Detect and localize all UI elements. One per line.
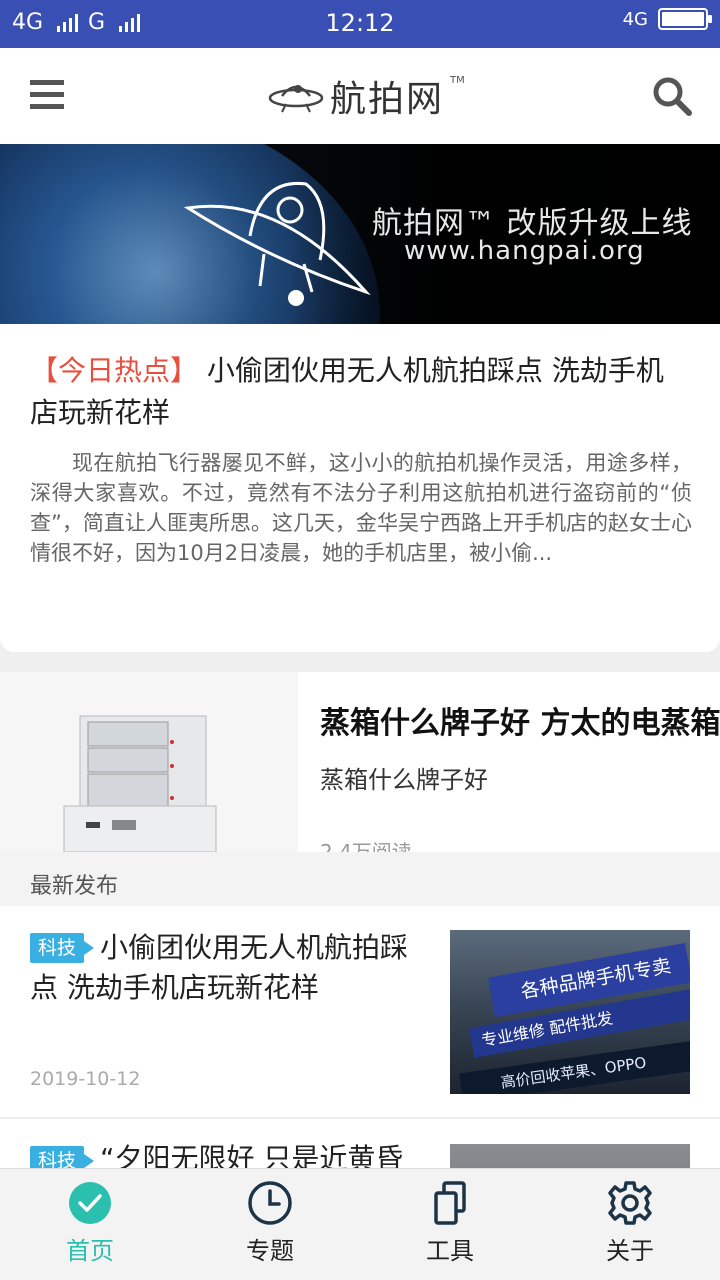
nav-about[interactable]: 关于 bbox=[540, 1169, 720, 1280]
hot-topic-summary: 现在航拍飞行器屡见不鲜，这小小的航拍机操作灵活，用途多样，深得大家喜欢。不过，竟… bbox=[30, 451, 692, 565]
banner-carousel[interactable]: 航拍网™ 改版升级上线 www.hangpai.org bbox=[0, 144, 720, 324]
section-title: 最新发布 bbox=[30, 874, 119, 899]
article-item[interactable]: 科技 小偷团伙用无人机航拍踩点 洗劫手机店玩新花样 2019-10-12 各种品… bbox=[0, 906, 720, 1118]
hot-topic-card[interactable]: 【今日热点】 小偷团伙用无人机航拍踩点 洗劫手机店玩新花样 现在航拍飞行器屡见不… bbox=[0, 324, 720, 652]
hot-topic-title: 【今日热点】 小偷团伙用无人机航拍踩点 洗劫手机店玩新花样 bbox=[30, 350, 680, 434]
nav-topics[interactable]: 专题 bbox=[180, 1169, 360, 1280]
carousel-dot[interactable] bbox=[288, 290, 304, 306]
nav-about-label: 关于 bbox=[606, 1237, 654, 1265]
status-bar: 4G G 12:12 4G bbox=[0, 0, 720, 48]
logo: 航拍网 TM bbox=[268, 72, 465, 120]
logo-tm: TM bbox=[450, 74, 465, 86]
ad-card[interactable]: 蒸箱什么牌子好 方太的电蒸箱 蒸箱什么牌子好 2.4万阅读 bbox=[0, 672, 720, 852]
article-thumbnail: 各种品牌手机专卖 专业维修 配件批发 高价回收苹果、OPPO bbox=[450, 930, 690, 1094]
clock-icon bbox=[248, 1181, 292, 1225]
copy-icon bbox=[434, 1181, 466, 1225]
gear-icon bbox=[608, 1181, 652, 1225]
menu-icon[interactable] bbox=[30, 80, 64, 110]
search-icon[interactable] bbox=[652, 76, 692, 116]
ufo-logo-icon bbox=[268, 85, 324, 113]
article-title: “夕阳无限好 只是近黄昏 bbox=[100, 1142, 404, 1169]
nav-tools[interactable]: 工具 bbox=[360, 1169, 540, 1280]
ad-title: 蒸箱什么牌子好 方太的电蒸箱 bbox=[320, 706, 720, 741]
article-item[interactable]: 科技 “夕阳无限好 只是近黄昏 bbox=[0, 1119, 720, 1169]
ufo-graphic-icon bbox=[183, 181, 371, 296]
steamer-illustration bbox=[63, 715, 217, 852]
article-title: 小偷团伙用无人机航拍踩点 洗劫手机店玩新花样 bbox=[30, 931, 409, 1004]
section-header: 最新发布 bbox=[0, 852, 720, 906]
bottom-navigation: 首页 专题 工具 关于 bbox=[0, 1168, 720, 1280]
nav-tools-label: 工具 bbox=[426, 1237, 474, 1265]
status-right: 4G bbox=[622, 8, 712, 30]
nav-home-label: 首页 bbox=[66, 1237, 114, 1265]
nav-topics-label: 专题 bbox=[246, 1237, 294, 1265]
steamer-image bbox=[0, 672, 298, 852]
battery-icon bbox=[658, 8, 712, 30]
network-type-right: 4G bbox=[622, 8, 648, 30]
check-circle-icon bbox=[69, 1182, 111, 1224]
logo-text: 航拍网 bbox=[330, 79, 445, 120]
article-thumbnail bbox=[450, 1144, 690, 1169]
banner-url: www.hangpai.org bbox=[404, 236, 645, 266]
clock: 12:12 bbox=[325, 9, 395, 37]
ad-read-count: 2.4万阅读 bbox=[320, 840, 412, 852]
app-header: 航拍网 TM bbox=[0, 48, 720, 144]
ad-subtitle: 蒸箱什么牌子好 bbox=[320, 766, 488, 794]
hot-topic-tag: 【今日热点】 bbox=[30, 354, 199, 387]
article-date: 2019-10-12 bbox=[30, 1068, 141, 1090]
nav-home[interactable]: 首页 bbox=[0, 1169, 180, 1280]
